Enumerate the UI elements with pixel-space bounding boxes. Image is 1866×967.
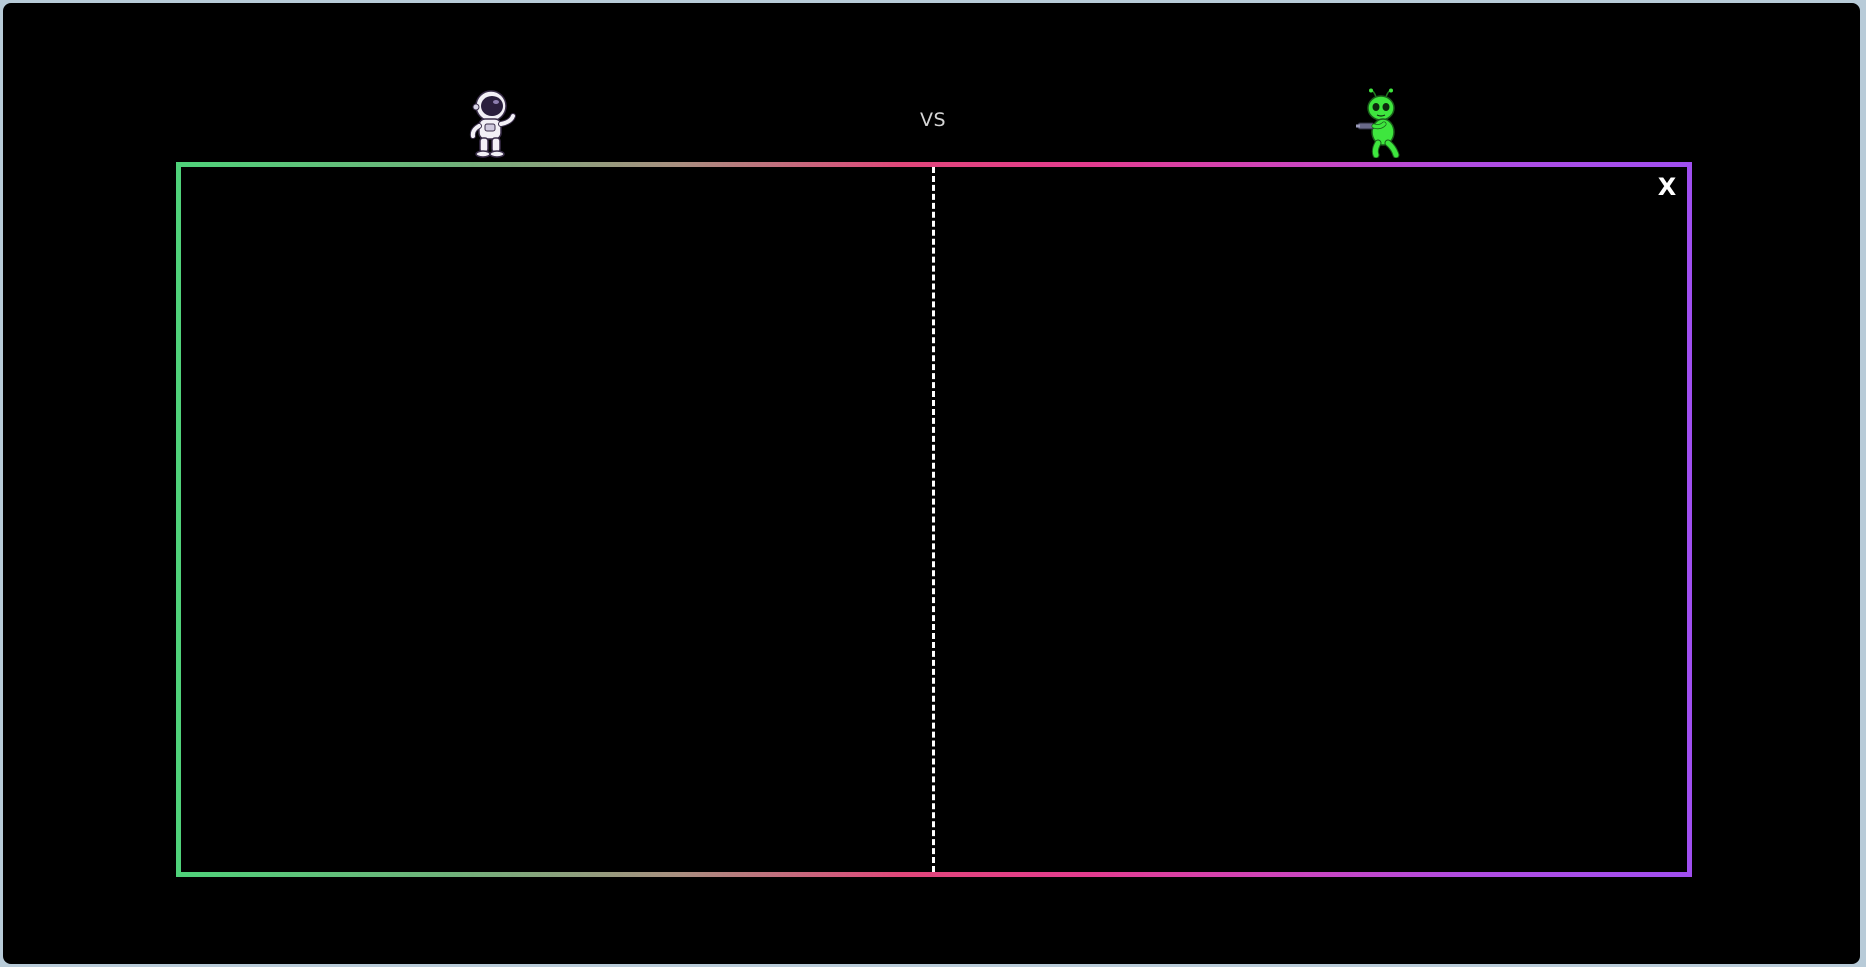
alien-icon [1356, 88, 1400, 158]
center-divider-line [932, 167, 935, 872]
alien-player [1354, 88, 1408, 158]
astronaut-icon [469, 90, 516, 158]
game-window: VS X [3, 3, 1860, 964]
versus-label: VS [919, 109, 947, 131]
close-button[interactable]: X [1652, 172, 1682, 202]
game-arena[interactable]: X [176, 162, 1692, 877]
astronaut-player [463, 88, 517, 158]
